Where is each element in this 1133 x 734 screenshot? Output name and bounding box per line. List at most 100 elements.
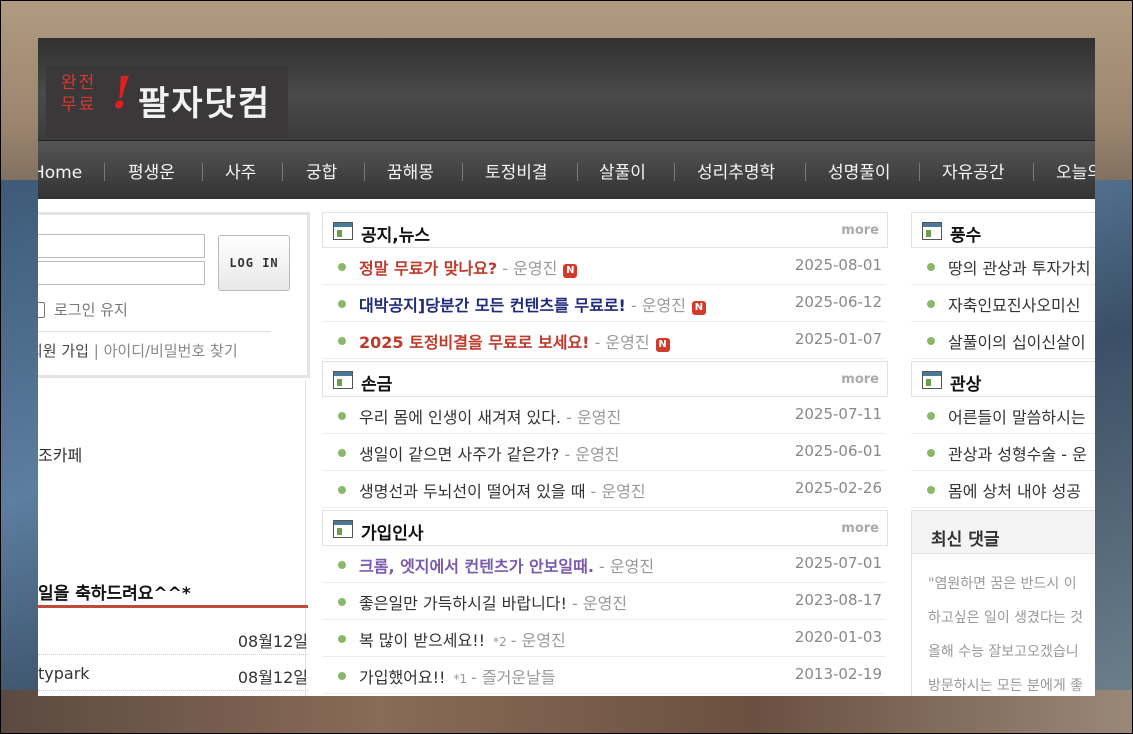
post-title[interactable]: 정말 무료가 맞나요?: [359, 259, 497, 278]
post-title[interactable]: 관상과 성형수술 - 운: [948, 441, 1087, 465]
site-header: 완전무료 ! 팔자닷컴: [38, 38, 1095, 140]
bullet-icon: [338, 486, 346, 494]
post-title[interactable]: 땅의 관상과 투자가치: [948, 255, 1091, 279]
post-row[interactable]: 생명선과 두뇌선이 떨어져 있을 때 - 운영진 2025-02-26: [322, 471, 886, 508]
nav-item-dream[interactable]: 꿈해몽: [387, 141, 434, 199]
post-row[interactable]: 가입했어요!! *1- 즐거운날들 2013-02-19: [322, 657, 886, 694]
center-column: 공지,뉴스 more 정말 무료가 맞나요? - 운영진 N 2025-08-01…: [322, 212, 888, 696]
logo-small-text: 완전무료: [61, 73, 97, 115]
nav-item-seongri[interactable]: 성리추명학: [697, 141, 775, 199]
section-title[interactable]: 공지,뉴스: [361, 221, 430, 246]
post-row[interactable]: 좋은일만 가득하시길 바랍니다! - 운영진 2023-08-17: [322, 583, 886, 620]
section-header-palm: 손금 more: [322, 361, 888, 397]
post-row[interactable]: 자축인묘진사오미신: [911, 285, 1095, 322]
recent-comments-title: 최신 댓글: [931, 530, 1000, 550]
birthday-row[interactable]: typark 08월12일: [38, 654, 308, 691]
comment-item[interactable]: 하고싶은 일이 생겼다는 것: [928, 607, 1083, 627]
post-title[interactable]: 가입했어요!!: [359, 668, 445, 687]
comment-count: *2: [493, 635, 507, 649]
main-nav: Home 평생운 사주 궁합 꿈해몽 토정비결 살풀이 성리추명학 성명풀이 자…: [38, 140, 1095, 199]
bullet-icon: [927, 263, 935, 271]
comment-item[interactable]: 방문하시는 모든 분에게 좋: [928, 675, 1083, 695]
post-date: 2025-06-12: [794, 293, 882, 311]
nav-item-name-reading[interactable]: 성명풀이: [828, 141, 891, 199]
birthday-row[interactable]: 08월12일: [38, 618, 308, 655]
board-icon: [333, 371, 353, 389]
post-text: 좋은일만 가득하시길 바랍니다! - 운영진: [359, 590, 627, 614]
post-title[interactable]: 살풀이의 십이신살이: [948, 329, 1086, 353]
post-row[interactable]: 관상과 성형수술 - 운: [911, 434, 1095, 471]
post-row[interactable]: 대박공지]당분간 모든 컨텐츠를 무료로! - 운영진 N 2025-06-12: [322, 285, 886, 322]
password-input[interactable]: [38, 261, 205, 285]
post-title[interactable]: 대박공지]당분간 모든 컨텐츠를 무료로!: [359, 296, 626, 315]
post-row[interactable]: 어른들이 말씀하시는: [911, 397, 1095, 434]
birthday-title-underline: [38, 605, 308, 608]
post-row[interactable]: 살풀이의 십이신살이: [911, 322, 1095, 359]
post-date: 2020-01-03: [794, 628, 882, 646]
more-link[interactable]: more: [841, 521, 879, 536]
post-row[interactable]: 땅의 관상과 투자가치: [911, 248, 1095, 285]
post-row[interactable]: 우리 몸에 인생이 새겨져 있다. - 운영진 2025-07-11: [322, 397, 886, 434]
bullet-icon: [338, 598, 346, 606]
web-page: 완전무료 ! 팔자닷컴 Home 평생운 사주 궁합 꿈해몽 토정비결 살풀이 …: [38, 38, 1095, 696]
post-date: 2025-07-01: [794, 554, 882, 572]
nav-item-lifetime-fortune[interactable]: 평생운: [128, 141, 175, 199]
post-title[interactable]: 생일이 같으면 사주가 같은가?: [359, 445, 559, 464]
birthday-name: typark: [38, 664, 90, 683]
post-row[interactable]: 생일이 같으면 사주가 같은가? - 운영진 2025-06-01: [322, 434, 886, 471]
nav-item-free-board[interactable]: 자유공간: [942, 141, 1005, 199]
comment-item[interactable]: "염원하면 꿈은 반드시 이: [928, 573, 1077, 593]
more-link[interactable]: more: [841, 372, 879, 387]
post-row[interactable]: 정말 무료가 맞나요? - 운영진 N 2025-08-01: [322, 248, 886, 285]
nav-separator: [282, 163, 283, 181]
post-title[interactable]: 자축인묘진사오미신: [948, 292, 1080, 316]
comment-item[interactable]: 올해 수능 잘보고오겠습니: [928, 641, 1079, 661]
post-title[interactable]: 우리 몸에 인생이 새겨져 있다.: [359, 408, 561, 427]
birthday-title: 일을 축하드려요^^*: [38, 584, 191, 604]
nav-item-tojeong[interactable]: 토정비결: [485, 141, 548, 199]
post-row[interactable]: 2025 토정비결을 무료로 보세요! - 운영진 N 2025-01-07: [322, 322, 886, 359]
nav-item-home[interactable]: Home: [38, 141, 82, 199]
join-link[interactable]: 회원 가입: [38, 342, 89, 360]
post-title[interactable]: 어른들이 말씀하시는: [948, 404, 1086, 428]
login-button[interactable]: LOG IN: [218, 235, 290, 291]
keep-login-checkbox[interactable]: [38, 302, 45, 318]
nav-item-salpuri[interactable]: 살풀이: [599, 141, 646, 199]
bullet-icon: [927, 486, 935, 494]
post-title[interactable]: 몸에 상처 내야 성공: [948, 478, 1081, 502]
post-date: 2025-01-07: [794, 330, 882, 348]
post-text: 정말 무료가 맞나요? - 운영진 N: [359, 255, 578, 279]
bullet-icon: [927, 337, 935, 345]
nav-item-saju[interactable]: 사주: [225, 141, 256, 199]
post-row[interactable]: 복 많이 받으세요!! *2- 운영진 2020-01-03: [322, 620, 886, 657]
section-title[interactable]: 관상: [950, 370, 981, 395]
post-title[interactable]: 복 많이 받으세요!!: [359, 631, 485, 650]
more-link[interactable]: more: [841, 223, 879, 238]
nav-separator: [919, 163, 920, 181]
nav-separator: [805, 163, 806, 181]
bullet-icon: [338, 561, 346, 569]
post-title[interactable]: 좋은일만 가득하시길 바랍니다!: [359, 594, 567, 613]
username-input[interactable]: [38, 234, 205, 258]
section-title[interactable]: 가입인사: [361, 519, 424, 544]
site-logo[interactable]: 완전무료 ! 팔자닷컴: [46, 66, 288, 138]
board-icon: [922, 222, 942, 240]
post-title[interactable]: 2025 토정비결을 무료로 보세요!: [359, 333, 589, 352]
nav-item-today[interactable]: 오늘의: [1056, 141, 1095, 199]
nav-item-compatibility[interactable]: 궁합: [306, 141, 337, 199]
find-account-link[interactable]: 아이디/비밀번호 찾기: [104, 342, 238, 360]
cafe-link[interactable]: 조카페: [38, 442, 82, 466]
post-text: 우리 몸에 인생이 새겨져 있다. - 운영진: [359, 404, 621, 428]
board-icon: [922, 371, 942, 389]
post-title[interactable]: 크롬, 엣지에서 컨텐츠가 안보일때.: [359, 557, 594, 576]
section-title[interactable]: 손금: [361, 370, 392, 395]
section-title[interactable]: 풍수: [950, 221, 981, 246]
recent-comments-header: 최신 댓글: [912, 511, 1095, 554]
post-date: 2023-08-17: [794, 591, 882, 609]
post-row[interactable]: 크롬, 엣지에서 컨텐츠가 안보일때. - 운영진 2025-07-01: [322, 546, 886, 583]
post-date: 2025-08-01: [794, 256, 882, 274]
login-divider: [38, 331, 271, 332]
post-row[interactable]: 몸에 상처 내야 성공: [911, 471, 1095, 508]
post-author: - 운영진: [502, 259, 558, 278]
post-title[interactable]: 생명선과 두뇌선이 떨어져 있을 때: [359, 482, 585, 501]
